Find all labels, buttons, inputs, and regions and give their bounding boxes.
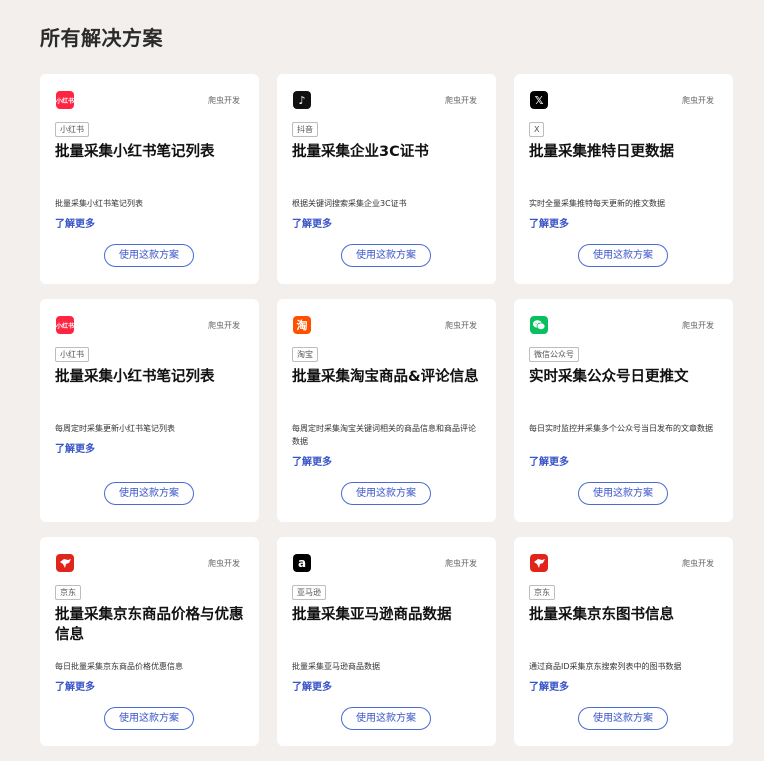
platform-tag: 京东 (55, 585, 81, 600)
amazon-logo-icon: a (293, 554, 311, 572)
use-solution-button[interactable]: 使用这款方案 (341, 244, 431, 267)
douyin-logo-icon: ♪ (293, 91, 311, 109)
card-description: 每日实时监控并采集多个公众号当日发布的文章数据 (529, 424, 713, 433)
card-description: 实时全量采集推特每天更新的推文数据 (529, 199, 665, 208)
solution-card[interactable]: 小红书 爬虫开发 小红书 批量采集小红书笔记列表 每周定时采集更新小红书笔记列表… (40, 299, 259, 522)
use-solution-button[interactable]: 使用这款方案 (341, 707, 431, 730)
card-title: 批量采集推特日更数据 (529, 144, 674, 160)
dev-label: 爬虫开发 (208, 96, 240, 105)
dev-label: 爬虫开发 (208, 559, 240, 568)
learn-more-link[interactable]: 了解更多 (292, 215, 332, 230)
learn-more-link[interactable]: 了解更多 (529, 215, 569, 230)
wechat-logo-icon (530, 316, 548, 334)
use-solution-button[interactable]: 使用这款方案 (341, 482, 431, 505)
card-description: 批量采集小红书笔记列表 (55, 199, 143, 208)
card-title: 批量采集企业3C证书 (292, 144, 429, 160)
platform-tag: 微信公众号 (529, 347, 579, 362)
platform-tag: 小红书 (55, 122, 89, 137)
jd-logo-icon (530, 554, 548, 572)
solution-card[interactable]: a 爬虫开发 亚马逊 批量采集亚马逊商品数据 批量采集亚马逊商品数据 了解更多 … (277, 537, 496, 746)
card-title: 实时采集公众号日更推文 (529, 369, 689, 385)
use-solution-button[interactable]: 使用这款方案 (578, 244, 668, 267)
card-title: 批量采集京东图书信息 (529, 607, 674, 623)
x-twitter-logo-icon: 𝕏 (530, 91, 548, 109)
card-description: 批量采集亚马逊商品数据 (292, 662, 380, 671)
taobao-logo-icon: 淘 (293, 316, 311, 334)
card-title: 批量采集淘宝商品&评论信息 (292, 369, 479, 385)
solutions-grid: 小红书 爬虫开发 小红书 批量采集小红书笔记列表 批量采集小红书笔记列表 了解更… (40, 74, 733, 761)
use-solution-button[interactable]: 使用这款方案 (578, 482, 668, 505)
solution-card[interactable]: 爬虫开发 京东 批量采集京东图书信息 通过商品ID采集京东搜索列表中的图书数据 … (514, 537, 733, 746)
platform-tag: 淘宝 (292, 347, 318, 362)
learn-more-link[interactable]: 了解更多 (529, 453, 569, 468)
platform-tag: 抖音 (292, 122, 318, 137)
solution-card[interactable]: ♪ 爬虫开发 抖音 批量采集企业3C证书 根据关键词搜索采集企业3C证书 了解更… (277, 74, 496, 284)
card-title: 批量采集京东商品价格与优惠信息 (55, 607, 244, 643)
card-description: 每周定时采集淘宝关键词相关的商品信息和商品评论数据 (292, 424, 476, 446)
dev-label: 爬虫开发 (208, 321, 240, 330)
dev-label: 爬虫开发 (682, 321, 714, 330)
platform-tag: X (529, 122, 545, 137)
card-title: 批量采集小红书笔记列表 (55, 144, 215, 160)
card-title: 批量采集小红书笔记列表 (55, 369, 215, 385)
solution-card[interactable]: 爬虫开发 京东 批量采集京东商品价格与优惠信息 每日批量采集京东商品价格优惠信息… (40, 537, 259, 746)
solution-card[interactable]: 爬虫开发 微信公众号 实时采集公众号日更推文 每日实时监控并采集多个公众号当日发… (514, 299, 733, 522)
learn-more-link[interactable]: 了解更多 (292, 453, 332, 468)
learn-more-link[interactable]: 了解更多 (55, 440, 95, 455)
jd-logo-icon (56, 554, 74, 572)
use-solution-button[interactable]: 使用这款方案 (104, 707, 194, 730)
dev-label: 爬虫开发 (445, 559, 477, 568)
card-description: 每周定时采集更新小红书笔记列表 (55, 424, 175, 433)
dev-label: 爬虫开发 (445, 321, 477, 330)
learn-more-link[interactable]: 了解更多 (292, 678, 332, 693)
card-description: 通过商品ID采集京东搜索列表中的图书数据 (529, 662, 682, 671)
platform-tag: 京东 (529, 585, 555, 600)
use-solution-button[interactable]: 使用这款方案 (578, 707, 668, 730)
dev-label: 爬虫开发 (445, 96, 477, 105)
learn-more-link[interactable]: 了解更多 (529, 678, 569, 693)
platform-tag: 小红书 (55, 347, 89, 362)
platform-tag: 亚马逊 (292, 585, 326, 600)
dev-label: 爬虫开发 (682, 96, 714, 105)
card-description: 根据关键词搜索采集企业3C证书 (292, 199, 407, 208)
xiaohongshu-logo-icon: 小红书 (56, 316, 74, 334)
page-title: 所有解决方案 (40, 26, 163, 50)
xiaohongshu-logo-icon: 小红书 (56, 91, 74, 109)
dev-label: 爬虫开发 (682, 559, 714, 568)
learn-more-link[interactable]: 了解更多 (55, 678, 95, 693)
solution-card[interactable]: 淘 爬虫开发 淘宝 批量采集淘宝商品&评论信息 每周定时采集淘宝关键词相关的商品… (277, 299, 496, 522)
solution-card[interactable]: 小红书 爬虫开发 小红书 批量采集小红书笔记列表 批量采集小红书笔记列表 了解更… (40, 74, 259, 284)
learn-more-link[interactable]: 了解更多 (55, 215, 95, 230)
use-solution-button[interactable]: 使用这款方案 (104, 244, 194, 267)
use-solution-button[interactable]: 使用这款方案 (104, 482, 194, 505)
card-description: 每日批量采集京东商品价格优惠信息 (55, 662, 183, 671)
card-title: 批量采集亚马逊商品数据 (292, 607, 452, 623)
solution-card[interactable]: 𝕏 爬虫开发 X 批量采集推特日更数据 实时全量采集推特每天更新的推文数据 了解… (514, 74, 733, 284)
